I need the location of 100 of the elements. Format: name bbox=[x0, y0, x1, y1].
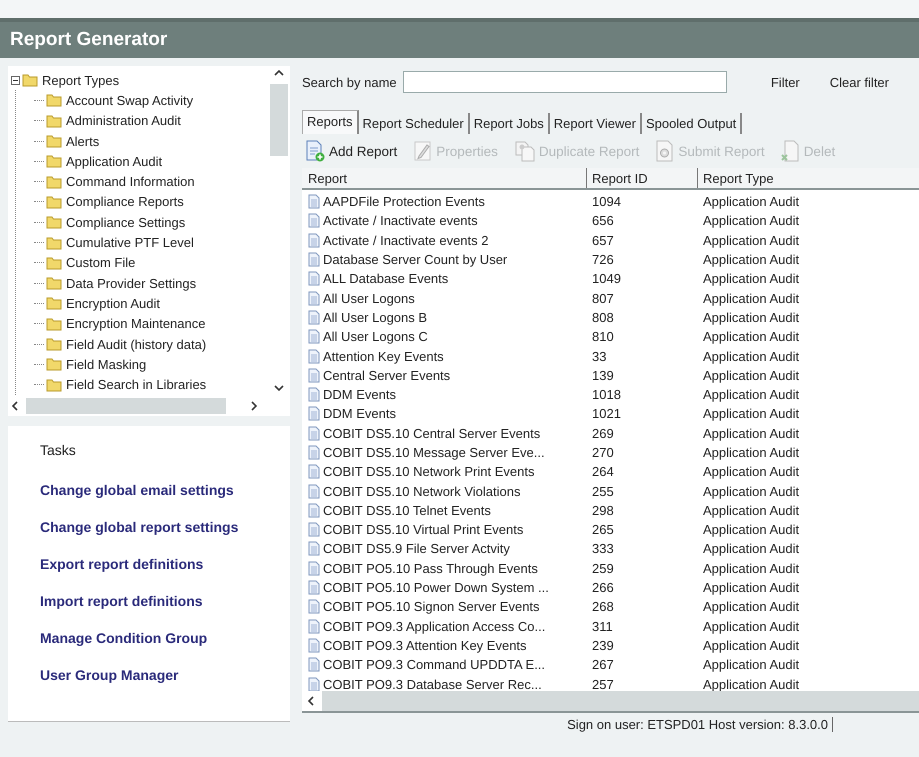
table-cell: Application Audit bbox=[703, 445, 800, 460]
table-cell: Application Audit bbox=[703, 541, 800, 556]
table-cell: All User Logons B bbox=[323, 310, 428, 325]
collapse-icon[interactable] bbox=[11, 76, 20, 85]
delete-document-icon bbox=[780, 140, 801, 162]
folder-icon bbox=[46, 337, 62, 351]
document-icon bbox=[308, 194, 320, 210]
document-icon bbox=[308, 329, 320, 344]
tree-item[interactable]: Application Audit bbox=[34, 151, 268, 172]
table-cell: Application Audit bbox=[703, 271, 800, 286]
table-cell-text: 267 bbox=[591, 657, 615, 672]
task-link[interactable]: Change global report settings bbox=[40, 519, 238, 535]
table-cell: COBIT PO5.10 Signon Server Events bbox=[323, 599, 540, 614]
table-cell-text: 1021 bbox=[591, 406, 622, 422]
folder-icon bbox=[46, 194, 62, 209]
table-cell-text: 810 bbox=[591, 329, 615, 344]
task-link[interactable]: Change global email settings bbox=[40, 482, 234, 498]
table-cell-text: 270 bbox=[591, 445, 615, 460]
folder-icon bbox=[46, 296, 62, 310]
toolbar-button[interactable]: Add Report bbox=[302, 140, 400, 162]
table-cell: Activate / Inactivate events bbox=[323, 213, 478, 228]
document-icon bbox=[308, 560, 320, 576]
table-cell-text: 298 bbox=[591, 502, 615, 518]
tree-item[interactable]: Command Information bbox=[34, 171, 268, 192]
table-cell-text: 255 bbox=[591, 484, 615, 499]
tree-item[interactable]: Compliance Reports bbox=[34, 192, 268, 212]
table-cell-text: 311 bbox=[591, 618, 614, 634]
tree-item[interactable]: Encryption Maintenance bbox=[34, 314, 268, 334]
table-cell-text: 264 bbox=[591, 464, 615, 480]
folder-icon bbox=[46, 93, 62, 108]
folder-icon bbox=[46, 114, 62, 128]
table-cell: COBIT DS5.10 Network Violations bbox=[323, 484, 520, 499]
document-icon bbox=[308, 502, 320, 518]
scroll-left-icon[interactable] bbox=[302, 691, 322, 711]
column-header[interactable]: Report Type bbox=[698, 170, 919, 186]
tree-item[interactable]: Account Swap Activity bbox=[34, 90, 268, 111]
window-title: Report Generator bbox=[0, 22, 919, 58]
task-link[interactable]: Manage Condition Group bbox=[40, 630, 208, 646]
scroll-thumb[interactable] bbox=[26, 398, 226, 414]
folder-icon bbox=[22, 73, 38, 88]
tree-item[interactable]: Report Types bbox=[11, 70, 268, 90]
folder-icon bbox=[46, 215, 62, 230]
clear-filter-link[interactable]: Clear filter bbox=[830, 74, 889, 90]
tree-item[interactable]: Compliance Settings bbox=[34, 212, 268, 232]
document-icon bbox=[308, 426, 320, 441]
tab[interactable]: Spooled Output bbox=[642, 113, 742, 134]
tree-item[interactable]: Custom File bbox=[34, 252, 268, 273]
table-cell: DDM Events bbox=[323, 406, 396, 422]
table-cell: COBIT DS5.10 Central Server Events bbox=[323, 426, 540, 441]
document-icon bbox=[308, 387, 320, 402]
tree-item[interactable]: Field Search in Libraries bbox=[34, 374, 268, 395]
horizontal-scrollbar[interactable] bbox=[302, 691, 919, 713]
table-cell: Application Audit bbox=[703, 232, 800, 248]
tree-item[interactable]: Encryption Audit bbox=[34, 293, 268, 314]
task-link[interactable]: User Group Manager bbox=[40, 667, 178, 683]
task-link[interactable]: Export report definitions bbox=[40, 556, 204, 572]
table-cell: Application Audit bbox=[703, 464, 800, 480]
status-text: Sign on user: ETSPD01 Host version: 8.3.0.0 bbox=[567, 716, 833, 732]
tree-item[interactable]: Cumulative PTF Level bbox=[34, 232, 268, 253]
tree-item[interactable]: Field Audit (history data) bbox=[34, 334, 268, 354]
table-cell: Application Audit bbox=[703, 618, 800, 634]
table-cell: Central Server Events bbox=[323, 368, 450, 383]
table-cell-text: 808 bbox=[591, 310, 615, 325]
search-field[interactable] bbox=[402, 71, 727, 93]
tab[interactable]: Reports bbox=[302, 110, 359, 134]
table-cell: Application Audit bbox=[703, 213, 800, 228]
table-cell: Application Audit bbox=[703, 194, 800, 210]
table-cell-text: 1049 bbox=[591, 271, 622, 286]
folder-icon bbox=[46, 134, 62, 148]
tree-item[interactable]: Alerts bbox=[34, 130, 268, 152]
task-link[interactable]: Import report definitions bbox=[40, 593, 203, 609]
folder-icon bbox=[46, 276, 62, 290]
tree-item[interactable]: Administration Audit bbox=[34, 110, 268, 131]
tab[interactable]: Report Viewer bbox=[550, 113, 642, 134]
document-icon bbox=[308, 290, 320, 306]
column-header[interactable]: Report bbox=[302, 168, 587, 188]
document-icon bbox=[308, 406, 320, 422]
document-icon bbox=[308, 271, 320, 286]
table-cell: All User Logons C bbox=[323, 329, 428, 344]
tab[interactable]: Report Jobs bbox=[470, 113, 550, 134]
table-cell: COBIT PO9.3 Database Server Rec... bbox=[323, 676, 542, 691]
scroll-thumb[interactable] bbox=[270, 84, 288, 156]
table-cell: Application Audit bbox=[703, 657, 800, 672]
document-icon bbox=[308, 484, 320, 499]
tree-item[interactable]: Field Masking bbox=[34, 354, 268, 374]
filter-link[interactable]: Filter bbox=[770, 74, 800, 90]
folder-icon bbox=[46, 316, 62, 331]
table-cell: Activate / Inactivate events 2 bbox=[323, 232, 488, 248]
table-cell-text: 259 bbox=[591, 560, 615, 576]
document-icon bbox=[308, 580, 320, 596]
document-icon bbox=[308, 252, 320, 268]
table-cell: Application Audit bbox=[703, 290, 800, 306]
column-header[interactable]: Report ID bbox=[587, 168, 698, 188]
table-cell-text: 1018 bbox=[591, 387, 622, 402]
tree-item[interactable]: Data Provider Settings bbox=[34, 272, 268, 294]
tab[interactable]: Report Scheduler bbox=[358, 113, 470, 134]
table-cell: Attention Key Events bbox=[323, 348, 444, 364]
table-cell: ALL Database Events bbox=[323, 271, 448, 286]
document-icon bbox=[308, 657, 320, 672]
table-cell-text: 657 bbox=[591, 232, 615, 248]
